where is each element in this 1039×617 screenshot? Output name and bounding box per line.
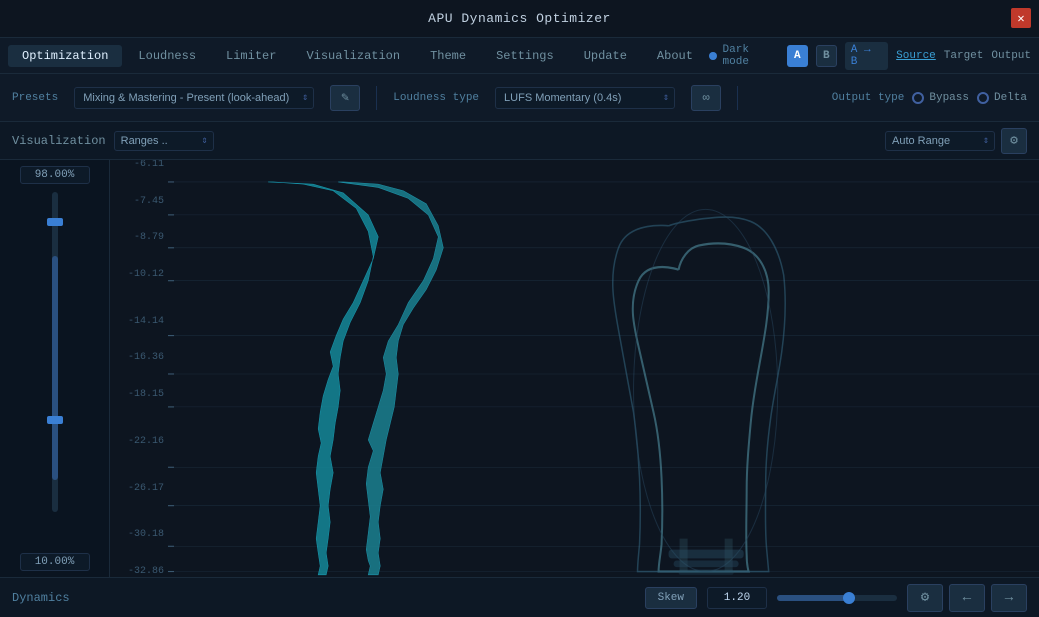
source-label[interactable]: Source [896,50,936,62]
tab-update[interactable]: Update [570,45,641,67]
preset-select[interactable]: Mixing & Mastering - Present (look-ahead… [74,87,314,109]
dark-mode-indicator [709,52,717,60]
tab-about[interactable]: About [643,45,707,67]
tab-loudness[interactable]: Loudness [124,45,210,67]
skew-slider[interactable] [777,595,897,601]
dynamics-label: Dynamics [12,591,92,605]
slider-track[interactable] [52,192,58,512]
tab-settings[interactable]: Settings [482,45,568,67]
skew-slider-thumb[interactable] [843,592,855,604]
delta-option[interactable]: Delta [977,92,1027,104]
divider-2 [737,86,738,110]
bypass-radio[interactable] [912,92,924,104]
ab-b-button[interactable]: B [816,45,837,67]
auto-range-wrap: Auto Range ⚙ [885,128,1027,154]
chart-label-3: -10.12 [112,270,168,280]
loudness-select-wrap: LUFS Momentary (0.4s) [495,87,675,109]
chart-label-8: -26.17 [112,484,168,494]
delta-label: Delta [994,92,1027,104]
auto-range-select[interactable]: Auto Range [885,131,995,151]
viz-header: Visualization Ranges .. Auto Range ⚙ [0,122,1039,160]
slider-bottom-thumb[interactable] [47,416,63,424]
slider-track-wrap [52,188,58,549]
main-content: Presets Mixing & Mastering - Present (lo… [0,74,1039,617]
target-label[interactable]: Target [944,50,984,62]
chart-label-1: -7.45 [112,197,168,207]
bypass-label: Bypass [929,92,969,104]
auto-range-select-wrap: Auto Range [885,131,995,151]
skew-slider-fill [777,595,849,601]
dark-mode-label: Dark mode [723,44,779,68]
viz-canvas: 98.00% 10.00% -6.11 -7.45 -8.79 -10.12 -… [0,160,1039,577]
close-button[interactable]: ✕ [1011,8,1031,28]
slider-fill [52,256,58,480]
chart-label-5: -16.36 [112,353,168,363]
loudness-link-button[interactable]: ∞ [691,85,721,111]
dark-mode-toggle[interactable]: Dark mode [709,44,779,68]
nav-right: Dark mode A B A → B Source Target Output [709,42,1031,70]
forward-button[interactable]: → [991,584,1027,612]
app-title: APU Dynamics Optimizer [428,11,611,26]
presets-label: Presets [12,92,58,104]
chart-label-9: -30.18 [112,530,168,540]
slider-column: 98.00% 10.00% [0,160,110,577]
chart-labels: -6.11 -7.45 -8.79 -10.12 -14.14 -16.36 -… [110,160,168,577]
chart-label-4: -14.14 [112,317,168,327]
tab-theme[interactable]: Theme [416,45,480,67]
slider-bottom-value[interactable]: 10.00% [20,553,90,571]
bypass-option[interactable]: Bypass [912,92,969,104]
tab-visualization[interactable]: Visualization [292,45,414,67]
back-button[interactable]: ← [949,584,985,612]
chart-label-10: -32.86 [112,567,168,577]
ab-a-button[interactable]: A [787,45,808,67]
tab-limiter[interactable]: Limiter [212,45,290,67]
output-label[interactable]: Output [991,50,1031,62]
chart-label-7: -22.16 [112,437,168,447]
title-bar: APU Dynamics Optimizer ✕ [0,0,1039,38]
chart-area: -6.11 -7.45 -8.79 -10.12 -14.14 -16.36 -… [110,160,1039,577]
ab-arrow-button[interactable]: A → B [845,42,888,70]
loudness-select[interactable]: LUFS Momentary (0.4s) [495,87,675,109]
chart-label-6: -18.15 [112,390,168,400]
output-type-label: Output type [832,92,905,104]
controls-row: Presets Mixing & Mastering - Present (lo… [0,74,1039,122]
divider-1 [376,86,377,110]
preset-select-wrap: Mixing & Mastering - Present (look-ahead… [74,87,314,109]
bottom-right-buttons: ⚙ ← → [907,584,1027,612]
slider-top-value[interactable]: 98.00% [20,166,90,184]
viz-settings-button[interactable]: ⚙ [1001,128,1027,154]
settings-button[interactable]: ⚙ [907,584,943,612]
preset-edit-button[interactable]: ✎ [330,85,360,111]
tab-optimization[interactable]: Optimization [8,45,122,67]
skew-value[interactable]: 1.20 [707,587,767,609]
chart-content [168,160,1039,577]
chart-label-2: -8.79 [112,233,168,243]
nav-bar: Optimization Loudness Limiter Visualizat… [0,38,1039,74]
range-select-wrap: Ranges .. [114,131,214,151]
range-select[interactable]: Ranges .. [114,131,214,151]
bottom-bar: Dynamics Skew 1.20 ⚙ ← → [0,577,1039,617]
chart-label-0: -6.11 [112,160,168,170]
slider-top-thumb[interactable] [47,218,63,226]
output-type-section: Output type Bypass Delta [832,92,1027,104]
skew-button[interactable]: Skew [645,587,697,609]
delta-radio[interactable] [977,92,989,104]
loudness-label: Loudness type [393,92,479,104]
viz-title: Visualization [12,134,106,148]
chart-svg [168,160,1039,577]
